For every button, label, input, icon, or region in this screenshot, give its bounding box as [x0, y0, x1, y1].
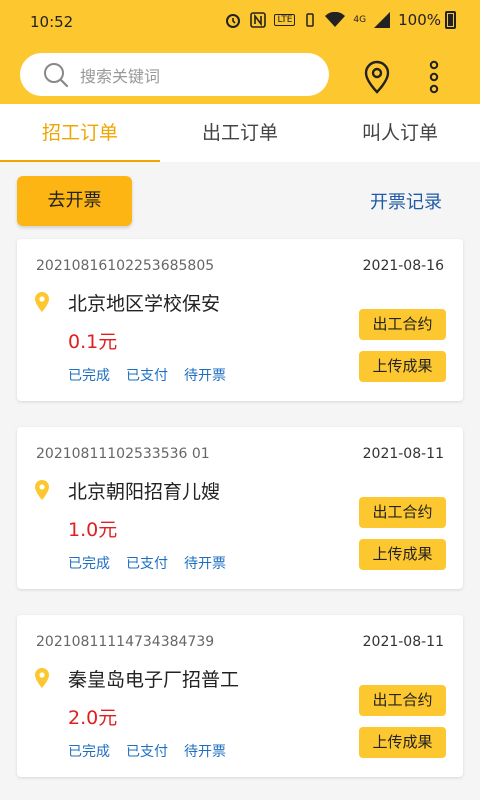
- order-statuses: 已完成 已支付 待开票: [68, 365, 226, 385]
- status-pending-invoice: 待开票: [184, 368, 226, 384]
- lte-badge: LTE: [274, 14, 296, 26]
- more-vertical-icon[interactable]: [422, 60, 446, 94]
- battery-icon: [445, 11, 456, 29]
- status-completed: 已完成: [68, 744, 110, 760]
- status-pending-invoice: 待开票: [184, 744, 226, 760]
- order-number: 20210811114734384739: [36, 634, 215, 650]
- order-title: 秦皇岛电子厂招普工: [68, 669, 240, 691]
- order-price: 2.0元: [68, 707, 118, 729]
- order-date: 2021-08-11: [362, 634, 444, 650]
- order-price: 1.0元: [68, 519, 118, 541]
- wifi-icon: [325, 12, 346, 27]
- location-pin-icon[interactable]: [362, 60, 392, 94]
- order-date: 2021-08-11: [362, 446, 444, 462]
- status-time: 10:52: [30, 13, 74, 31]
- work-contract-button[interactable]: 出工合约: [359, 685, 446, 716]
- battery-percent: 100%: [398, 11, 441, 29]
- work-contract-button[interactable]: 出工合约: [359, 497, 446, 528]
- nfc-icon: [250, 12, 267, 28]
- app-header: 10:52 LTE 4G 100% 搜索关键词: [0, 0, 480, 104]
- status-pending-invoice: 待开票: [184, 556, 226, 572]
- order-card[interactable]: 20210816102253685805 2021-08-16 北京地区学校保安…: [17, 239, 463, 401]
- order-card[interactable]: 20210811114734384739 2021-08-11 秦皇岛电子厂招普…: [17, 615, 463, 777]
- upload-result-button[interactable]: 上传成果: [359, 727, 446, 758]
- search-icon: [44, 62, 69, 87]
- go-invoice-button[interactable]: 去开票: [17, 176, 132, 226]
- order-title: 北京地区学校保安: [68, 293, 221, 315]
- order-statuses: 已完成 已支付 待开票: [68, 741, 226, 761]
- status-icons: LTE 4G 100%: [224, 11, 456, 29]
- search-input[interactable]: 搜索关键词: [20, 53, 329, 96]
- order-card[interactable]: 20210811102533536 01 2021-08-11 北京朝阳招育儿嫂…: [17, 427, 463, 589]
- network-4g-label: 4G: [353, 15, 367, 25]
- map-pin-icon: [35, 668, 49, 688]
- tab-work-orders[interactable]: 出工订单: [160, 104, 320, 162]
- status-paid: 已支付: [126, 368, 168, 384]
- order-title: 北京朝阳招育儿嫂: [68, 481, 221, 503]
- map-pin-icon: [35, 292, 49, 312]
- upload-result-button[interactable]: 上传成果: [359, 539, 446, 570]
- tab-call-orders[interactable]: 叫人订单: [320, 104, 480, 162]
- signal-icon: [374, 12, 391, 28]
- order-tabs: 招工订单 出工订单 叫人订单: [0, 104, 480, 162]
- status-bar: 10:52 LTE 4G 100%: [0, 0, 480, 44]
- status-completed: 已完成: [68, 556, 110, 572]
- status-paid: 已支付: [126, 744, 168, 760]
- vibrate-icon: [306, 13, 315, 27]
- battery-indicator: 100%: [398, 11, 456, 29]
- search-placeholder: 搜索关键词: [80, 66, 161, 86]
- order-date: 2021-08-16: [362, 258, 444, 274]
- order-statuses: 已完成 已支付 待开票: [68, 553, 226, 573]
- work-contract-button[interactable]: 出工合约: [359, 309, 446, 340]
- order-price: 0.1元: [68, 331, 118, 353]
- map-pin-icon: [35, 480, 49, 500]
- order-number: 20210816102253685805: [36, 258, 215, 274]
- order-number: 20210811102533536 01: [36, 446, 210, 462]
- tab-recruit-orders[interactable]: 招工订单: [0, 104, 160, 162]
- upload-result-button[interactable]: 上传成果: [359, 351, 446, 382]
- alarm-icon: [226, 14, 241, 28]
- status-paid: 已支付: [126, 556, 168, 572]
- invoice-record-link[interactable]: 开票记录: [370, 188, 442, 214]
- status-completed: 已完成: [68, 368, 110, 384]
